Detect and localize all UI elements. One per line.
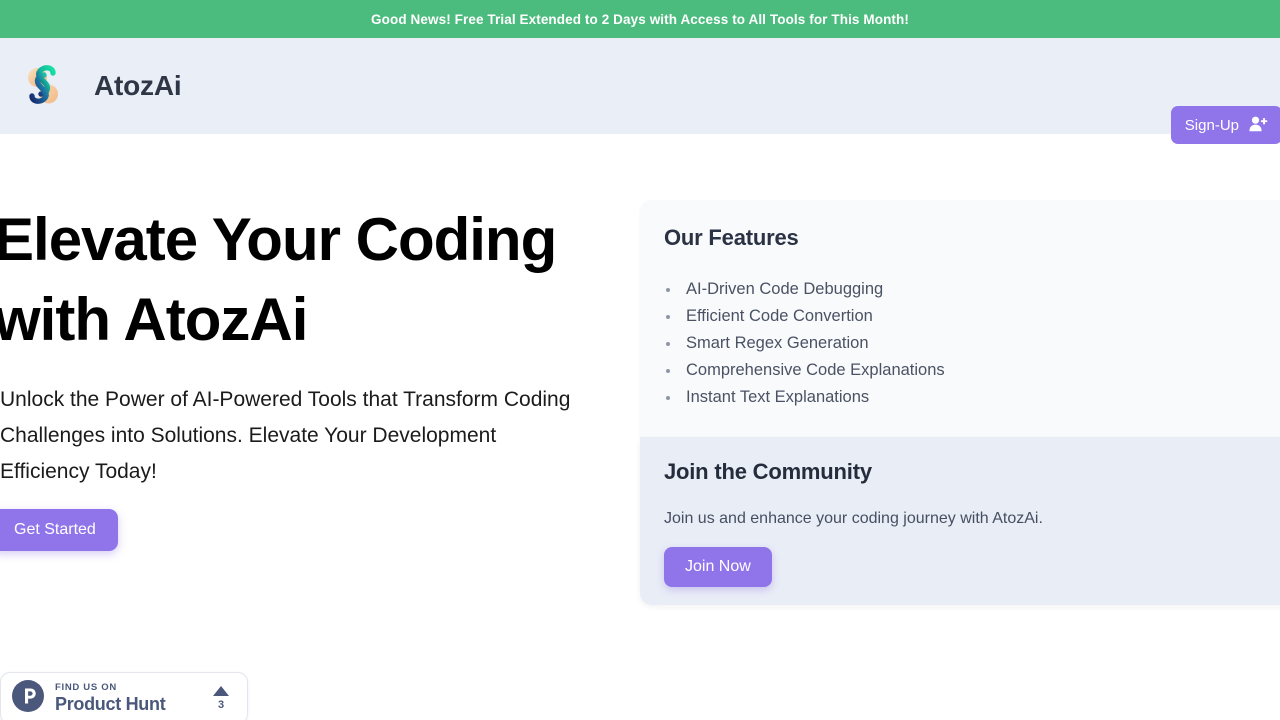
product-hunt-badge[interactable]: FIND US ON Product Hunt 3: [0, 672, 248, 720]
product-hunt-p-icon: [12, 679, 44, 717]
community-card-description: Join us and enhance your coding journey …: [664, 510, 1043, 527]
brand-name: AtozAi: [94, 70, 182, 101]
signup-button[interactable]: Sign-Up: [1170, 106, 1280, 144]
product-hunt-texts: FIND US ON Product Hunt: [55, 681, 166, 715]
product-hunt-name: Product Hunt: [55, 693, 166, 714]
features-list: AI-Driven Code Debugging Efficient Code …: [664, 276, 945, 411]
community-card-title: Join the Community: [664, 459, 872, 484]
list-item: Efficient Code Convertion: [664, 303, 945, 330]
hero-subtitle: Unlock the Power of AI-Powered Tools tha…: [0, 388, 571, 483]
hero-section: Elevate Your Coding with AtozAi Unlock t…: [0, 200, 620, 551]
atozai-swirl-logo-icon: [20, 60, 66, 112]
get-started-button[interactable]: Get Started: [0, 509, 118, 551]
person-add-icon: [1248, 115, 1268, 136]
list-item: AI-Driven Code Debugging: [664, 276, 945, 303]
upvote-count: 3: [217, 698, 225, 711]
announcement-banner: Good News! Free Trial Extended to 2 Days…: [0, 0, 1280, 38]
features-card-title: Our Features: [664, 225, 799, 250]
signup-button-label: Sign-Up: [1184, 116, 1239, 134]
product-hunt-kicker: FIND US ON: [55, 681, 117, 693]
upvote-triangle-icon: [213, 685, 229, 696]
community-card: Join the Community Join us and enhance y…: [640, 437, 1280, 605]
site-header: AtozAi Sign-Up: [0, 38, 1280, 144]
page-title: Elevate Your Coding with AtozAi: [0, 206, 557, 353]
list-item: Instant Text Explanations: [664, 384, 945, 411]
list-item: Smart Regex Generation: [664, 330, 945, 357]
features-card: Our Features AI-Driven Code Debugging Ef…: [640, 200, 1280, 437]
product-hunt-upvote[interactable]: 3: [213, 685, 229, 711]
list-item: Comprehensive Code Explanations: [664, 357, 945, 384]
brand-logo-link[interactable]: AtozAi: [20, 60, 182, 112]
join-now-button[interactable]: Join Now: [664, 547, 772, 587]
announcement-text: Good News! Free Trial Extended to 2 Days…: [371, 11, 909, 27]
landing-page: Good News! Free Trial Extended to 2 Days…: [0, 0, 1280, 720]
